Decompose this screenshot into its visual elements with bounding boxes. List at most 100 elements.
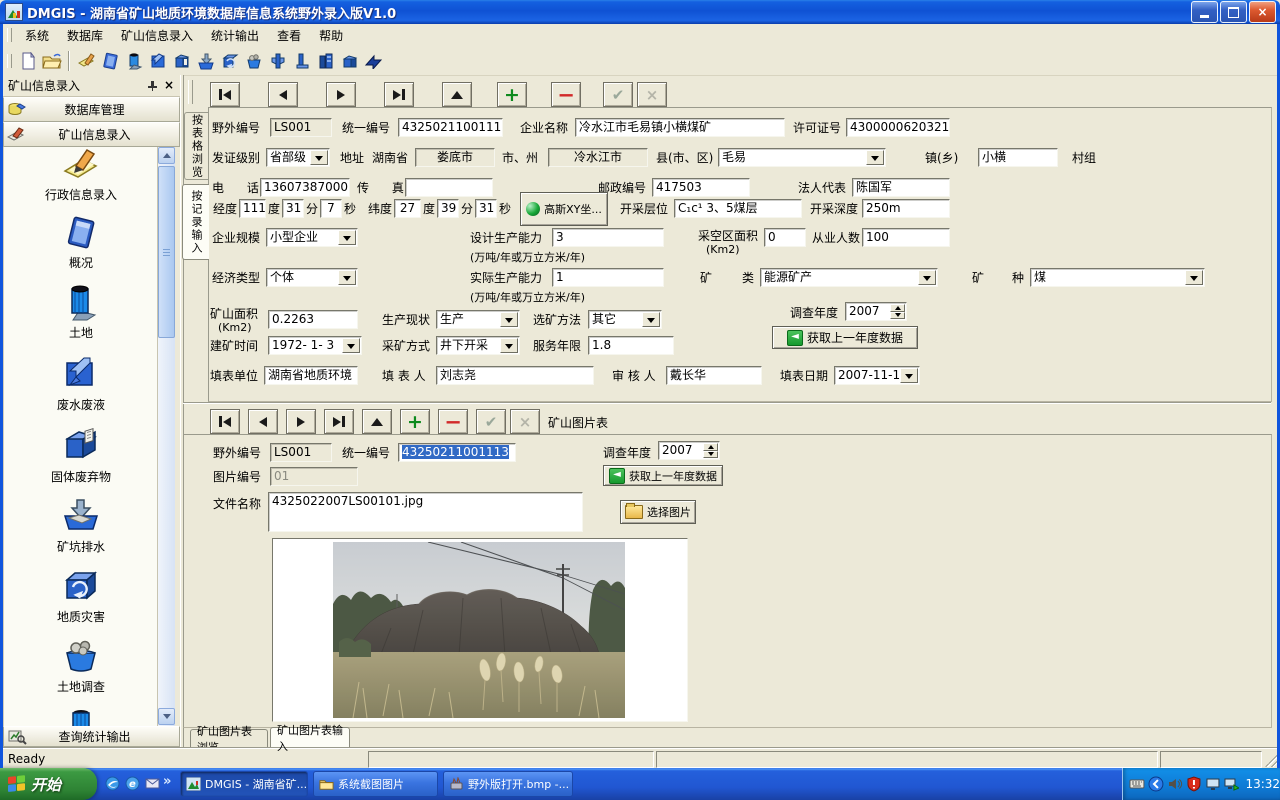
- drainage-icon[interactable]: [266, 49, 290, 73]
- sidebar-item-overview[interactable]: 概况: [4, 215, 158, 271]
- title-bar[interactable]: DMGIS - 湖南省矿山地质环境数据库信息系统野外录入版V1.0 ×: [0, 0, 1280, 24]
- sidebar-item-admin-entry[interactable]: 行政信息录入: [4, 147, 158, 203]
- file-name-input[interactable]: 4325022007LS00101.jpg: [268, 492, 583, 532]
- scroll-thumb[interactable]: [158, 166, 175, 338]
- menu-stats-output[interactable]: 统计输出: [202, 25, 268, 46]
- nav2-delete-button[interactable]: −: [438, 409, 468, 434]
- pic-survey-year-spinner[interactable]: 2007: [658, 441, 720, 460]
- spin-up-icon[interactable]: [890, 304, 905, 312]
- chevron-down-icon[interactable]: [310, 150, 328, 165]
- nav2-prior-button[interactable]: [248, 409, 278, 434]
- scale-select[interactable]: 小型企业: [266, 228, 358, 247]
- unified-no-input[interactable]: 43250211001113: [398, 118, 503, 137]
- design-cap-input[interactable]: 3: [552, 228, 664, 247]
- tab-table-browse[interactable]: 按表格浏览: [184, 112, 208, 180]
- tab-pic-table-browse[interactable]: 矿山图片表浏览: [190, 729, 268, 747]
- nav2-post-button[interactable]: ✔: [476, 409, 506, 434]
- latitude-sec-input[interactable]: 31: [475, 199, 497, 218]
- language-bar-icon[interactable]: [1148, 776, 1164, 792]
- menu-system[interactable]: 系统: [16, 25, 58, 46]
- pic-fetch-prev-year-button[interactable]: ◄获取上一年度数据: [603, 465, 723, 486]
- overview-icon[interactable]: [98, 49, 122, 73]
- status-select[interactable]: 生产: [436, 310, 520, 329]
- area-input[interactable]: 0.2263: [268, 310, 358, 329]
- gauss-xy-button[interactable]: 高斯XY坐...: [520, 192, 608, 226]
- city-input[interactable]: 娄底市: [415, 148, 495, 167]
- chevron-down-icon[interactable]: [500, 312, 518, 327]
- menu-mine-info-entry[interactable]: 矿山信息录入: [112, 25, 202, 46]
- chevron-down-icon[interactable]: [1185, 270, 1203, 285]
- chevron-down-icon[interactable]: [918, 270, 936, 285]
- layer-input[interactable]: C₁c¹ 3、5煤层: [674, 199, 802, 218]
- choose-picture-button[interactable]: 选择图片: [620, 500, 696, 524]
- land-survey-icon[interactable]: [242, 49, 266, 73]
- method-select[interactable]: 井下开采: [436, 336, 520, 355]
- mine-kind-select[interactable]: 煤: [1030, 268, 1205, 287]
- sidebar-item-partial[interactable]: [4, 707, 158, 726]
- pic-unified-no-input[interactable]: 43250211001113: [398, 443, 516, 462]
- sidebar-item-land-survey[interactable]: 土地调查: [4, 637, 158, 695]
- taskbar-task-folder[interactable]: 系统截图图片: [313, 771, 438, 797]
- nav1-first-button[interactable]: [210, 82, 240, 107]
- phone-input[interactable]: 13607387000: [260, 178, 350, 197]
- longitude-deg-input[interactable]: 111: [239, 199, 266, 218]
- longitude-min-input[interactable]: 31: [282, 199, 304, 218]
- solid-waste-icon[interactable]: [170, 49, 194, 73]
- landmark-icon[interactable]: [290, 49, 314, 73]
- taskbar-task-dmgis[interactable]: DMGIS - 湖南省矿...: [180, 771, 308, 797]
- new-file-icon[interactable]: [16, 49, 40, 73]
- latitude-min-input[interactable]: 39: [437, 199, 459, 218]
- longitude-sec-input[interactable]: 7: [320, 199, 342, 218]
- keyboard-icon[interactable]: [1129, 776, 1145, 792]
- field-no-input[interactable]: LS001: [270, 118, 332, 137]
- auditor-input[interactable]: 戴长华: [666, 366, 762, 385]
- dressing-select[interactable]: 其它: [588, 310, 662, 329]
- license-input[interactable]: 4300000620321: [846, 118, 950, 137]
- build-time-select[interactable]: 1972- 1- 3: [268, 336, 362, 355]
- nav2-first-button[interactable]: [210, 409, 240, 434]
- scroll-up-icon[interactable]: [158, 147, 175, 164]
- workers-input[interactable]: 100: [862, 228, 950, 247]
- enterprise-input[interactable]: 冷水江市毛易镇小横煤矿: [575, 118, 785, 137]
- nav1-post-button[interactable]: ✔: [603, 82, 633, 107]
- taskbar-task-paint[interactable]: 野外版打开.bmp -...: [443, 771, 573, 797]
- pit-drainage-icon[interactable]: [194, 49, 218, 73]
- postcode-input[interactable]: 417503: [652, 178, 750, 197]
- nav2-insert-button[interactable]: +: [400, 409, 430, 434]
- spin-down-icon[interactable]: [890, 312, 905, 320]
- geo-hazard-icon[interactable]: [218, 49, 242, 73]
- pic-field-no-input[interactable]: LS001: [270, 443, 332, 462]
- display-icon[interactable]: [1205, 776, 1221, 792]
- nav2-last-button[interactable]: [324, 409, 354, 434]
- network-activity-icon[interactable]: [1224, 776, 1240, 792]
- pin-icon[interactable]: [147, 80, 158, 91]
- town-input[interactable]: 小横: [978, 148, 1058, 167]
- menu-view[interactable]: 查看: [268, 25, 310, 46]
- menu-help[interactable]: 帮助: [310, 25, 352, 46]
- mine-class-select[interactable]: 能源矿产: [760, 268, 938, 287]
- volume-icon[interactable]: [1167, 776, 1183, 792]
- chevron-down-icon[interactable]: [338, 230, 356, 245]
- chevron-down-icon[interactable]: [342, 338, 360, 353]
- fax-input[interactable]: [405, 178, 493, 197]
- crate-icon[interactable]: [338, 49, 362, 73]
- spin-down-icon[interactable]: [703, 451, 718, 459]
- prefecture-input[interactable]: 冷水江市: [548, 148, 648, 167]
- tab-pic-table-input[interactable]: 矿山图片表输入: [270, 727, 350, 747]
- land-icon[interactable]: [122, 49, 146, 73]
- admin-entry-icon[interactable]: [74, 49, 98, 73]
- service-input[interactable]: 1.8: [588, 336, 674, 355]
- sidebar-scrollbar[interactable]: [157, 147, 175, 726]
- nav1-insert-button[interactable]: +: [497, 82, 527, 107]
- wastewater-icon[interactable]: [146, 49, 170, 73]
- security-shield-icon[interactable]: [1186, 776, 1202, 792]
- latitude-deg-input[interactable]: 27: [394, 199, 421, 218]
- minimize-button[interactable]: [1191, 1, 1218, 23]
- clock[interactable]: 13:32: [1245, 777, 1280, 791]
- nav1-last-button[interactable]: [384, 82, 414, 107]
- menu-database[interactable]: 数据库: [58, 25, 112, 46]
- quick-launch-mail-icon[interactable]: [144, 775, 161, 792]
- nav2-next-button[interactable]: [286, 409, 316, 434]
- scroll-down-icon[interactable]: [158, 708, 175, 725]
- nav1-cancel-button[interactable]: ×: [637, 82, 667, 107]
